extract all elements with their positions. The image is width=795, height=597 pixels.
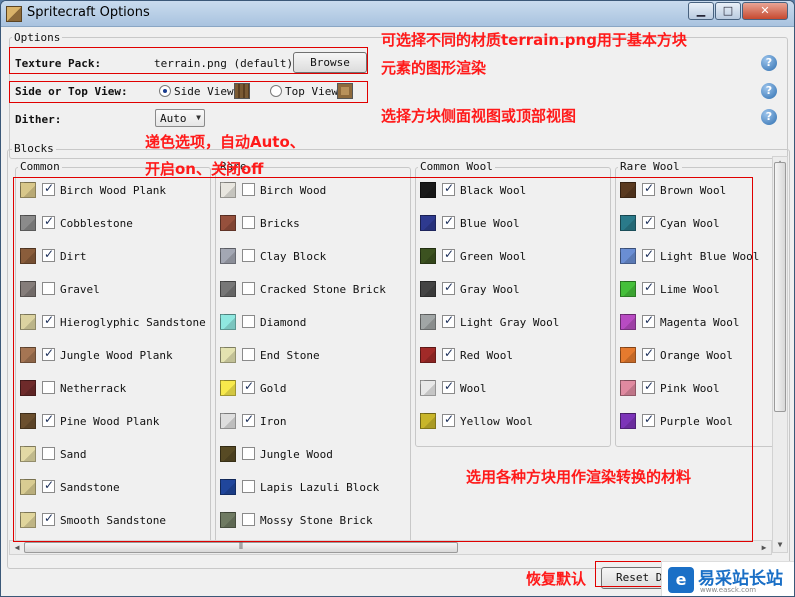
scroll-right-icon[interactable]: ▶ [759, 543, 769, 552]
scroll-left-icon[interactable]: ◀ [12, 543, 22, 552]
view-annotation-box [9, 81, 368, 103]
dither-annotation-line2: 开启on、关闭off [145, 160, 264, 178]
app-icon [6, 6, 22, 22]
blocks-vertical-scrollbar[interactable]: ▲ ▼ [772, 156, 788, 553]
close-button[interactable]: ✕ [742, 2, 788, 20]
blocks-annotation: 选用各种方块用作渲染转换的材料 [466, 468, 692, 486]
texture-annotation-line2: 元素的图形渲染 [381, 59, 487, 77]
block-column-title: Common Wool [418, 160, 495, 173]
blocks-group-label: Blocks [12, 142, 56, 155]
vertical-scroll-thumb[interactable] [774, 162, 786, 412]
blocks-annotation-box [13, 177, 753, 542]
chevron-down-icon: ▼ [196, 113, 201, 122]
watermark: e 易采站长站 www.easck.com [661, 561, 794, 596]
title-bar[interactable]: Spritecraft Options ▁ □ ✕ [1, 1, 794, 27]
minimize-button[interactable]: ▁ [688, 2, 714, 20]
block-column-title: Rare Wool [618, 160, 682, 173]
dither-select[interactable]: Auto ▼ [155, 109, 205, 127]
dither-value: Auto [160, 112, 187, 125]
block-column-title: Common [18, 160, 62, 173]
texture-help-icon[interactable]: ? [761, 55, 777, 71]
blocks-horizontal-scrollbar[interactable]: ◀ ⦀ ▶ [9, 540, 772, 555]
reset-annotation: 恢复默认 [526, 570, 587, 588]
window-title: Spritecraft Options [27, 5, 150, 20]
watermark-logo-icon: e [668, 567, 694, 593]
scroll-down-icon[interactable]: ▼ [775, 540, 785, 549]
horizontal-scroll-thumb[interactable]: ⦀ [24, 542, 458, 553]
dither-label: Dither: [15, 113, 62, 126]
watermark-url: www.easck.com [700, 586, 757, 594]
view-annotation: 选择方块侧面视图或顶部视图 [381, 107, 577, 125]
options-group-label: Options [12, 31, 63, 44]
texture-annotation: 可选择不同的材质terrain.png用于基本方块 [381, 31, 687, 49]
dither-help-icon[interactable]: ? [761, 109, 777, 125]
texture-annotation-box [9, 47, 368, 74]
dither-annotation-line1: 递色选项，自动Auto、 [145, 133, 305, 151]
view-help-icon[interactable]: ? [761, 83, 777, 99]
maximize-button[interactable]: □ [715, 2, 741, 20]
options-window: Spritecraft Options ▁ □ ✕ Options Textur… [0, 0, 795, 597]
